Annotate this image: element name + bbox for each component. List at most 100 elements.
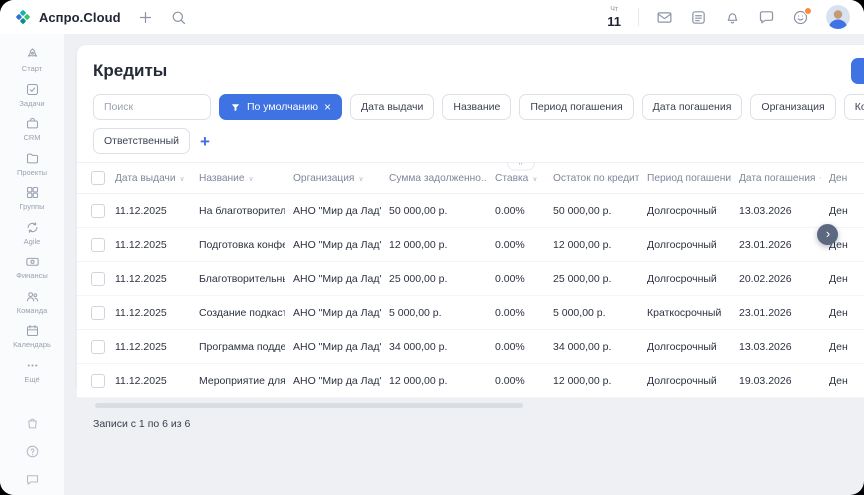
row-checkbox[interactable] <box>91 204 105 218</box>
column-header-extra[interactable]: Ден <box>821 163 864 194</box>
column-header-due-date[interactable]: Дата погашения ∨ <box>731 163 821 194</box>
notes-icon <box>690 9 707 26</box>
cell-due-date: 23.01.2026 <box>731 296 821 330</box>
table-row[interactable]: 11.12.2025 Благотворительный к АНО "Мир … <box>77 262 864 296</box>
chip-label: Контрагент <box>855 101 864 113</box>
column-header-organization[interactable]: Организация ∨ <box>285 163 381 194</box>
chat-icon <box>758 9 775 26</box>
row-checkbox[interactable] <box>91 374 105 388</box>
help-circle-icon[interactable] <box>25 444 40 459</box>
sidebar-item-projects[interactable]: Проекты <box>0 146 64 181</box>
row-checkbox[interactable] <box>91 238 105 252</box>
column-header-issue-date[interactable]: Дата выдачи∨ <box>107 163 191 194</box>
sidebar: Старт Задачи CRM Проекты Группы Agile <box>0 34 64 495</box>
column-header-debt[interactable]: Сумма задолженно... <box>381 163 487 194</box>
column-label: Организация <box>293 173 354 184</box>
select-all-checkbox[interactable] <box>91 171 105 185</box>
cell-name: Мероприятие для сб <box>191 364 285 398</box>
folder-icon <box>25 151 40 166</box>
chat-button[interactable] <box>758 9 775 26</box>
support-chat-icon[interactable] <box>25 472 40 487</box>
cell-extra: Ден <box>821 330 864 364</box>
grid-icon <box>25 185 40 200</box>
store-bag-icon[interactable] <box>25 416 40 431</box>
help-button[interactable] <box>792 9 809 26</box>
table-row[interactable]: 11.12.2025 Подготовка конферен АНО "Мир … <box>77 228 864 262</box>
filter-chip-due-date[interactable]: Дата погашения <box>642 94 743 120</box>
cell-due-date: 23.01.2026 <box>731 228 821 262</box>
sidebar-item-label: Группы <box>20 203 45 211</box>
sidebar-item-groups[interactable]: Группы <box>0 180 64 215</box>
cell-rate: 0.00% <box>487 228 545 262</box>
column-label: Остаток по кредиту <box>553 173 639 184</box>
cell-period: Долгосрочный <box>639 228 731 262</box>
notes-button[interactable] <box>690 9 707 26</box>
filter-row-2: Ответственный + <box>93 128 864 154</box>
sidebar-item-agile[interactable]: Agile <box>0 215 64 250</box>
more-dots-icon <box>25 358 40 373</box>
sort-chevron-icon: ∨ <box>358 176 363 183</box>
notifications-button[interactable] <box>724 9 741 26</box>
column-header-period[interactable]: Период погашения∨ <box>639 163 731 194</box>
money-icon <box>25 254 40 269</box>
sidebar-item-crm[interactable]: CRM <box>0 111 64 146</box>
column-header-balance[interactable]: Остаток по кредиту <box>545 163 639 194</box>
scrollbar-thumb[interactable] <box>95 403 523 408</box>
user-avatar[interactable] <box>826 5 850 29</box>
table-row[interactable]: 11.12.2025 Программа поддерж АНО "Мир да… <box>77 330 864 364</box>
filter-chip-responsible[interactable]: Ответственный <box>93 128 190 154</box>
cell-balance: 25 000,00 р. <box>545 262 639 296</box>
column-label: Ден <box>829 173 847 184</box>
sidebar-item-label: Проекты <box>17 169 47 177</box>
cell-extra: Ден <box>821 296 864 330</box>
chip-label: Период погашения <box>530 101 622 113</box>
cell-debt: 12 000,00 р. <box>381 228 487 262</box>
active-filter-chip[interactable]: По умолчанию × <box>219 94 342 120</box>
collapse-filters-button[interactable]: ∧ <box>507 162 535 171</box>
team-icon <box>25 289 40 304</box>
app-logo[interactable]: Аспро.Cloud <box>14 8 121 26</box>
cell-extra: Ден <box>821 262 864 296</box>
filter-chip-issue-date[interactable]: Дата выдачи <box>350 94 434 120</box>
sidebar-item-label: Старт <box>22 65 42 73</box>
calendar-date-widget[interactable]: Чт 11 <box>607 6 621 28</box>
mail-button[interactable] <box>656 9 673 26</box>
row-checkbox[interactable] <box>91 272 105 286</box>
cell-balance: 5 000,00 р. <box>545 296 639 330</box>
sidebar-item-start[interactable]: Старт <box>0 42 64 77</box>
filter-chip-organization[interactable]: Организация <box>750 94 835 120</box>
cell-debt: 50 000,00 р. <box>381 194 487 228</box>
remove-filter-icon[interactable]: × <box>324 101 331 113</box>
sort-chevron-icon: ∨ <box>819 176 821 183</box>
column-label: Дата погашения <box>739 173 815 184</box>
sidebar-item-team[interactable]: Команда <box>0 284 64 319</box>
table-row[interactable]: 11.12.2025 На благотворительн АНО "Мир д… <box>77 194 864 228</box>
filter-chip-name[interactable]: Название <box>442 94 511 120</box>
column-label: Период погашения <box>647 173 731 184</box>
column-header-name[interactable]: Название∨ <box>191 163 285 194</box>
horizontal-scrollbar[interactable] <box>91 403 864 408</box>
cell-organization: АНО "Мир да Лад" <box>285 330 381 364</box>
create-button[interactable]: Создать <box>851 58 864 84</box>
cell-name: На благотворительн <box>191 194 285 228</box>
active-filter-label: По умолчанию <box>247 101 318 113</box>
search-button[interactable] <box>170 9 187 26</box>
cell-name: Создание подкаста <box>191 296 285 330</box>
sidebar-item-calendar[interactable]: Календарь <box>0 318 64 353</box>
quick-create-button[interactable] <box>137 9 154 26</box>
table-row[interactable]: 11.12.2025 Мероприятие для сб АНО "Мир д… <box>77 364 864 398</box>
column-label: Ставка <box>495 173 528 184</box>
sidebar-item-more[interactable]: Ещё <box>0 353 64 388</box>
sidebar-item-tasks[interactable]: Задачи <box>0 77 64 112</box>
rocket-icon <box>25 47 40 62</box>
table-row[interactable]: 11.12.2025 Создание подкаста АНО "Мир да… <box>77 296 864 330</box>
filter-chip-period[interactable]: Период погашения <box>519 94 633 120</box>
scroll-next-button[interactable]: › <box>817 224 838 245</box>
search-input[interactable] <box>93 94 211 120</box>
row-checkbox[interactable] <box>91 306 105 320</box>
filter-chip-counterparty[interactable]: Контрагент <box>844 94 864 120</box>
weekday-label: Чт <box>610 6 618 13</box>
row-checkbox[interactable] <box>91 340 105 354</box>
sidebar-item-finance[interactable]: Финансы <box>0 249 64 284</box>
add-filter-button[interactable]: + <box>198 133 212 150</box>
